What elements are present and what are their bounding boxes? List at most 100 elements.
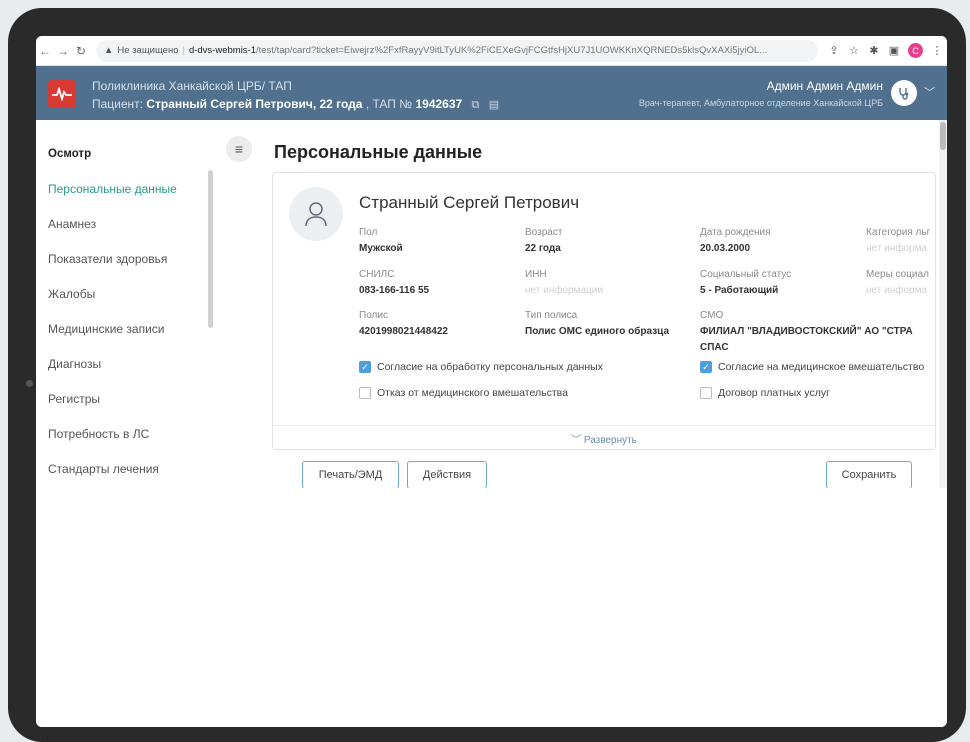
sidebar-item-drug-needs[interactable]: Потребность в ЛС bbox=[48, 427, 149, 441]
stethoscope-icon[interactable] bbox=[891, 80, 917, 106]
field-value-continued: СПАС bbox=[700, 342, 729, 353]
share-icon[interactable]: ⇪ bbox=[824, 44, 844, 57]
field-value: 4201998021448422 bbox=[359, 326, 448, 337]
field-label: Тип полиса bbox=[525, 310, 578, 321]
empty-area bbox=[36, 488, 947, 727]
checkbox-label: Согласие на обработку персональных данны… bbox=[377, 361, 603, 373]
sidepanel-icon[interactable]: ▣ bbox=[884, 44, 904, 57]
checkbox-label: Согласие на медицинское вмешательство bbox=[718, 361, 925, 373]
checkbox-consent-medical[interactable]: ✓ Согласие на медицинское вмешательство bbox=[700, 361, 924, 373]
page-scrollbar[interactable] bbox=[939, 120, 947, 488]
warning-icon: ▲ bbox=[104, 45, 114, 56]
field-label: СМО bbox=[700, 310, 724, 321]
expand-label: Развернуть bbox=[583, 435, 637, 446]
checkbox-consent-personal-data[interactable]: ✓ Согласие на обработку персональных дан… bbox=[359, 361, 603, 373]
patient-name: Странный Сергей Петрович, 22 года bbox=[146, 97, 363, 111]
checkbox-unchecked-icon[interactable] bbox=[700, 387, 712, 399]
field-birth-date: Дата рождения 20.03.2000 bbox=[700, 225, 771, 257]
clinic-name: Поликлиника Ханкайской ЦРБ/ ТАП bbox=[92, 79, 292, 93]
field-label: Социальный статус bbox=[700, 269, 792, 280]
sidebar-item-treatment-standards[interactable]: Стандарты лечения bbox=[48, 462, 159, 476]
more-icon[interactable]: ⋮ bbox=[927, 44, 947, 57]
camera-dot bbox=[26, 380, 33, 387]
field-age: Возраст 22 года bbox=[525, 225, 562, 257]
security-label: Не защищено bbox=[117, 45, 179, 56]
checkbox-paid-services[interactable]: Договор платных услуг bbox=[700, 387, 830, 399]
sidebar-item-anamnesis[interactable]: Анамнез bbox=[48, 217, 96, 231]
field-label: Полис bbox=[359, 310, 388, 321]
field-value: 083-166-116 55 bbox=[359, 285, 430, 296]
field-value: нет информации bbox=[525, 285, 603, 296]
checkbox-checked-icon[interactable]: ✓ bbox=[700, 361, 712, 373]
sidebar-item-registers[interactable]: Регистры bbox=[48, 392, 100, 406]
app-header: Поликлиника Ханкайской ЦРБ/ ТАП Пациент:… bbox=[36, 66, 947, 120]
user-avatar-icon bbox=[289, 187, 343, 241]
forward-icon[interactable]: → bbox=[54, 44, 72, 58]
field-policy-type: Тип полиса Полис ОМС единого образца bbox=[525, 308, 669, 340]
field-value: нет информа bbox=[866, 243, 928, 254]
field-label: Пол bbox=[359, 227, 378, 238]
field-label: СНИЛС bbox=[359, 269, 395, 280]
actions-button[interactable]: Действия bbox=[407, 461, 487, 489]
field-label: Меры социал bbox=[866, 269, 929, 280]
sidebar-scrollbar[interactable] bbox=[208, 170, 213, 328]
extensions-icon[interactable]: ✱ bbox=[864, 44, 884, 57]
expand-toggle[interactable]: ﹀ Развернуть bbox=[273, 431, 935, 446]
url-path: /test/tap/card?ticket=Eiwejrz%2FxfRayyV9… bbox=[256, 45, 768, 56]
patient-label: Пациент: bbox=[92, 97, 144, 111]
external-link-icon[interactable]: ⧉ bbox=[472, 99, 480, 111]
tablet-frame: ← → ↻ ▲ Не защищено | d-dvs-webmis-1 /te… bbox=[8, 8, 966, 742]
field-gender: Пол Мужской bbox=[359, 225, 403, 257]
field-social-support: Меры социал нет информа bbox=[866, 267, 929, 299]
checkbox-label: Договор платных услуг bbox=[718, 387, 830, 399]
document-icon[interactable]: ▤ bbox=[489, 99, 499, 111]
sidebar-item-health-indicators[interactable]: Показатели здоровья bbox=[48, 252, 167, 266]
checkbox-checked-icon[interactable]: ✓ bbox=[359, 361, 371, 373]
sidebar-item-medical-records[interactable]: Медицинские записи bbox=[48, 322, 165, 336]
sidebar-item-examination[interactable]: Осмотр bbox=[48, 148, 91, 160]
profile-avatar[interactable]: C bbox=[908, 43, 923, 58]
sidebar: Осмотр Персональные данные Анамнез Показ… bbox=[36, 120, 216, 488]
browser-screen: ← → ↻ ▲ Не защищено | d-dvs-webmis-1 /te… bbox=[36, 36, 947, 727]
tap-label: , ТАП № bbox=[365, 97, 413, 111]
field-social-status: Социальный статус 5 - Работающий bbox=[700, 267, 791, 299]
user-role: Врач-терапевт, Амбулаторное отделение Ха… bbox=[638, 98, 883, 108]
tap-number: 1942637 bbox=[415, 97, 463, 111]
field-label: Возраст bbox=[525, 227, 563, 238]
checkbox-refusal-medical[interactable]: Отказ от медицинского вмешательства bbox=[359, 387, 568, 399]
user-name: Админ Админ Админ bbox=[766, 79, 883, 93]
field-smo: СМО ФИЛИАЛ "ВЛАДИВОСТОКСКИЙ" АО "СТРА СП… bbox=[700, 308, 913, 356]
save-button[interactable]: Сохранить bbox=[826, 461, 912, 489]
sidebar-item-personal-data[interactable]: Персональные данные bbox=[48, 182, 177, 196]
field-value: Мужской bbox=[359, 243, 403, 254]
chevron-down-icon: ﹀ bbox=[571, 435, 582, 446]
field-value: нет информа bbox=[866, 285, 928, 296]
star-icon[interactable]: ☆ bbox=[844, 44, 864, 57]
field-label: ИНН bbox=[525, 269, 547, 280]
page-title: Персональные данные bbox=[274, 142, 483, 162]
reload-icon[interactable]: ↻ bbox=[72, 44, 90, 58]
back-icon[interactable]: ← bbox=[36, 44, 54, 58]
url-host: d-dvs-webmis-1 bbox=[188, 45, 256, 56]
print-emd-button[interactable]: Печать/ЭМД bbox=[302, 461, 399, 489]
field-category: Категория льг нет информа bbox=[866, 225, 930, 257]
menu-icon[interactable]: ≡ bbox=[226, 136, 252, 162]
patient-full-name: Странный Сергей Петрович bbox=[359, 193, 580, 212]
scrollbar-thumb[interactable] bbox=[940, 122, 946, 150]
sidebar-item-complaints[interactable]: Жалобы bbox=[48, 287, 95, 301]
field-value: ФИЛИАЛ "ВЛАДИВОСТОКСКИЙ" АО "СТРА bbox=[700, 326, 913, 337]
personal-data-card: Странный Сергей Петрович Пол Мужской Воз… bbox=[272, 172, 936, 450]
field-label: Дата рождения bbox=[700, 227, 771, 238]
field-value: 20.03.2000 bbox=[700, 243, 751, 254]
patient-line: Пациент: Странный Сергей Петрович, 22 го… bbox=[92, 97, 499, 112]
sidebar-item-diagnoses[interactable]: Диагнозы bbox=[48, 357, 101, 371]
field-value: 22 года bbox=[525, 243, 561, 254]
checkbox-unchecked-icon[interactable] bbox=[359, 387, 371, 399]
field-snils: СНИЛС 083-166-116 55 bbox=[359, 267, 429, 299]
address-bar[interactable]: ▲ Не защищено | d-dvs-webmis-1 /test/tap… bbox=[96, 39, 818, 62]
checkbox-label: Отказ от медицинского вмешательства bbox=[377, 387, 568, 399]
clinic-logo bbox=[48, 80, 76, 108]
field-inn: ИНН нет информации bbox=[525, 267, 603, 299]
chevron-down-icon[interactable]: ﹀ bbox=[924, 84, 935, 100]
field-value: Полис ОМС единого образца bbox=[525, 326, 669, 337]
